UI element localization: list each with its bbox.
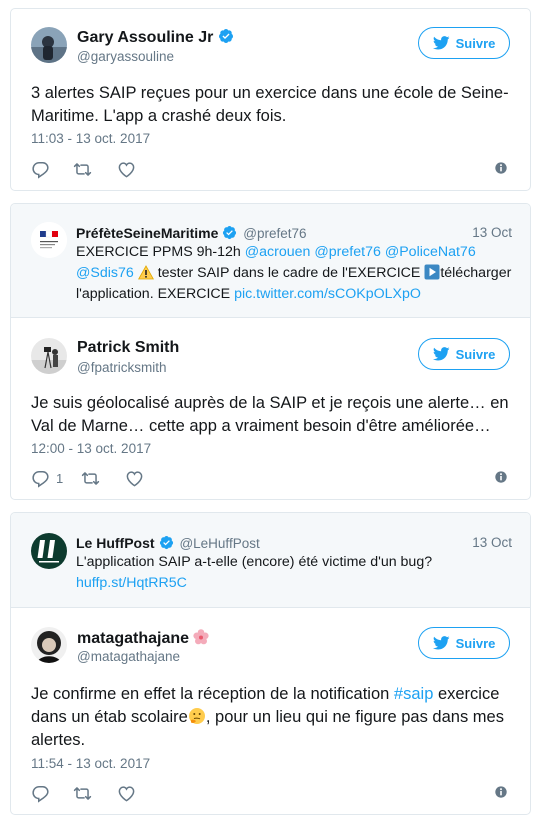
like-button[interactable]: [117, 159, 136, 179]
follow-button[interactable]: Suivre: [418, 627, 510, 659]
mention-link[interactable]: @PoliceNat76: [385, 244, 476, 260]
reply-icon: [32, 161, 49, 179]
tweet-actions: [31, 783, 510, 805]
tweet-text: 3 alertes SAIP reçues pour un exercice d…: [31, 84, 509, 125]
reply-icon: [32, 785, 49, 803]
quoted-author-handle[interactable]: @LeHuffPost: [179, 536, 259, 551]
cherry-blossom-emoji-icon: [193, 629, 209, 645]
tweet-card: Le HuffPost @LeHuffPost 13 Oct L'applica…: [10, 512, 531, 815]
quoted-tweet[interactable]: Le HuffPost @LeHuffPost 13 Oct L'applica…: [11, 513, 530, 608]
info-icon[interactable]: [494, 161, 508, 175]
tweet-header: Gary Assouline Jr @garyassouline Suivre: [31, 27, 510, 75]
retweet-button[interactable]: [73, 783, 92, 803]
mention-link[interactable]: @Sdis76: [76, 265, 134, 281]
quoted-author-handle[interactable]: @prefet76: [243, 226, 306, 241]
retweet-button[interactable]: [73, 159, 92, 179]
twitter-bird-icon: [432, 347, 450, 361]
tweet-header: Patrick Smith @fpatricksmith Suivre: [31, 338, 510, 386]
tweet-timestamp[interactable]: 11:54 - 13 oct. 2017: [31, 756, 150, 771]
quoted-text: EXERCICE PPMS 9h-12h @acrouen @prefet76 …: [76, 242, 514, 305]
pic-link[interactable]: pic.twitter.com/sCOKpOLXpO: [234, 286, 421, 302]
tweet-actions: 1: [31, 468, 510, 490]
quoted-text-part: tester SAIP dans le cadre de l'EXERCICE: [157, 265, 425, 281]
reply-button[interactable]: [31, 159, 50, 179]
twitter-bird-icon: [432, 36, 450, 50]
quoted-header: PréfèteSeineMaritime @prefet76 13 Oct: [76, 225, 512, 241]
hashtag-link[interactable]: #saip: [394, 685, 433, 703]
quoted-text-part: EXERCICE PPMS 9h-12h: [76, 244, 245, 260]
retweet-icon: [73, 162, 92, 176]
quoted-author-name[interactable]: PréfèteSeineMaritime: [76, 225, 218, 241]
tweet-text: Je suis géolocalisé auprès de la SAIP et…: [31, 394, 509, 435]
thinking-face-emoji-icon: [188, 708, 205, 724]
quoted-date[interactable]: 13 Oct: [472, 225, 512, 240]
follow-label: Suivre: [455, 35, 496, 51]
avatar[interactable]: [31, 27, 67, 63]
quoted-text: L'application SAIP a-t-elle (encore) été…: [76, 552, 514, 594]
reply-icon: [32, 470, 49, 488]
play-button-emoji-icon: [424, 264, 440, 280]
prefecture-logo-avatar: [31, 222, 67, 258]
follow-label: Suivre: [455, 346, 496, 362]
quoted-date[interactable]: 13 Oct: [472, 535, 512, 550]
author-handle[interactable]: @fpatricksmith: [77, 360, 166, 375]
retweet-button[interactable]: [81, 468, 100, 488]
info-icon[interactable]: [494, 470, 508, 484]
author-name-text[interactable]: matagathajane: [77, 630, 189, 647]
mention-link[interactable]: @acrouen: [245, 244, 311, 260]
heart-icon: [118, 161, 135, 178]
tweet-card: PréfèteSeineMaritime @prefet76 13 Oct EX…: [10, 203, 531, 500]
reply-button[interactable]: [31, 783, 50, 803]
quoted-tweet[interactable]: PréfèteSeineMaritime @prefet76 13 Oct EX…: [11, 204, 530, 318]
tweet-header: matagathajane @matagathajane Suivre: [31, 627, 510, 675]
reply-button[interactable]: 1: [31, 468, 63, 488]
huffpost-logo-avatar: [31, 533, 67, 569]
tweet-timestamp[interactable]: 11:03 - 13 oct. 2017: [31, 131, 150, 146]
tweet-actions: [31, 159, 510, 181]
twitter-bird-icon: [432, 636, 450, 650]
info-icon[interactable]: [494, 785, 508, 799]
author-name[interactable]: Patrick Smith: [77, 339, 179, 357]
author-handle[interactable]: @garyassouline: [77, 49, 174, 64]
warning-emoji-icon: [137, 265, 154, 280]
verified-icon: [223, 225, 237, 240]
reply-count: 1: [56, 470, 64, 486]
heart-icon: [118, 785, 135, 802]
heart-icon: [126, 470, 143, 487]
article-link[interactable]: huffp.st/HqtRR5C: [76, 575, 187, 591]
verified-icon: [219, 29, 234, 43]
like-button[interactable]: [117, 783, 136, 803]
tweet-card: Gary Assouline Jr @garyassouline Suivre …: [10, 8, 531, 191]
author-name-text[interactable]: Gary Assouline Jr: [77, 29, 213, 46]
follow-button[interactable]: Suivre: [418, 338, 510, 370]
follow-button[interactable]: Suivre: [418, 27, 510, 59]
tweet-timestamp[interactable]: 12:00 - 13 oct. 2017: [31, 441, 151, 456]
verified-icon: [159, 535, 173, 550]
author-handle[interactable]: @matagathajane: [77, 649, 180, 664]
avatar[interactable]: [31, 627, 67, 663]
mention-link[interactable]: @prefet76: [314, 244, 380, 260]
quoted-header: Le HuffPost @LeHuffPost 13 Oct: [76, 535, 512, 551]
quoted-text-part: L'application SAIP a-t-elle (encore) été…: [76, 554, 433, 570]
avatar[interactable]: [31, 338, 67, 374]
tweet-text-part: Je confirme en effet la réception de la …: [31, 685, 394, 703]
like-button[interactable]: [125, 468, 144, 488]
retweet-icon: [81, 471, 100, 485]
retweet-icon: [73, 786, 92, 800]
quoted-author-name[interactable]: Le HuffPost: [76, 535, 155, 551]
follow-label: Suivre: [455, 635, 496, 651]
author-name[interactable]: matagathajane: [77, 628, 210, 648]
tweet-text: Je confirme en effet la réception de la …: [31, 683, 512, 752]
author-name[interactable]: Gary Assouline Jr: [77, 28, 234, 47]
